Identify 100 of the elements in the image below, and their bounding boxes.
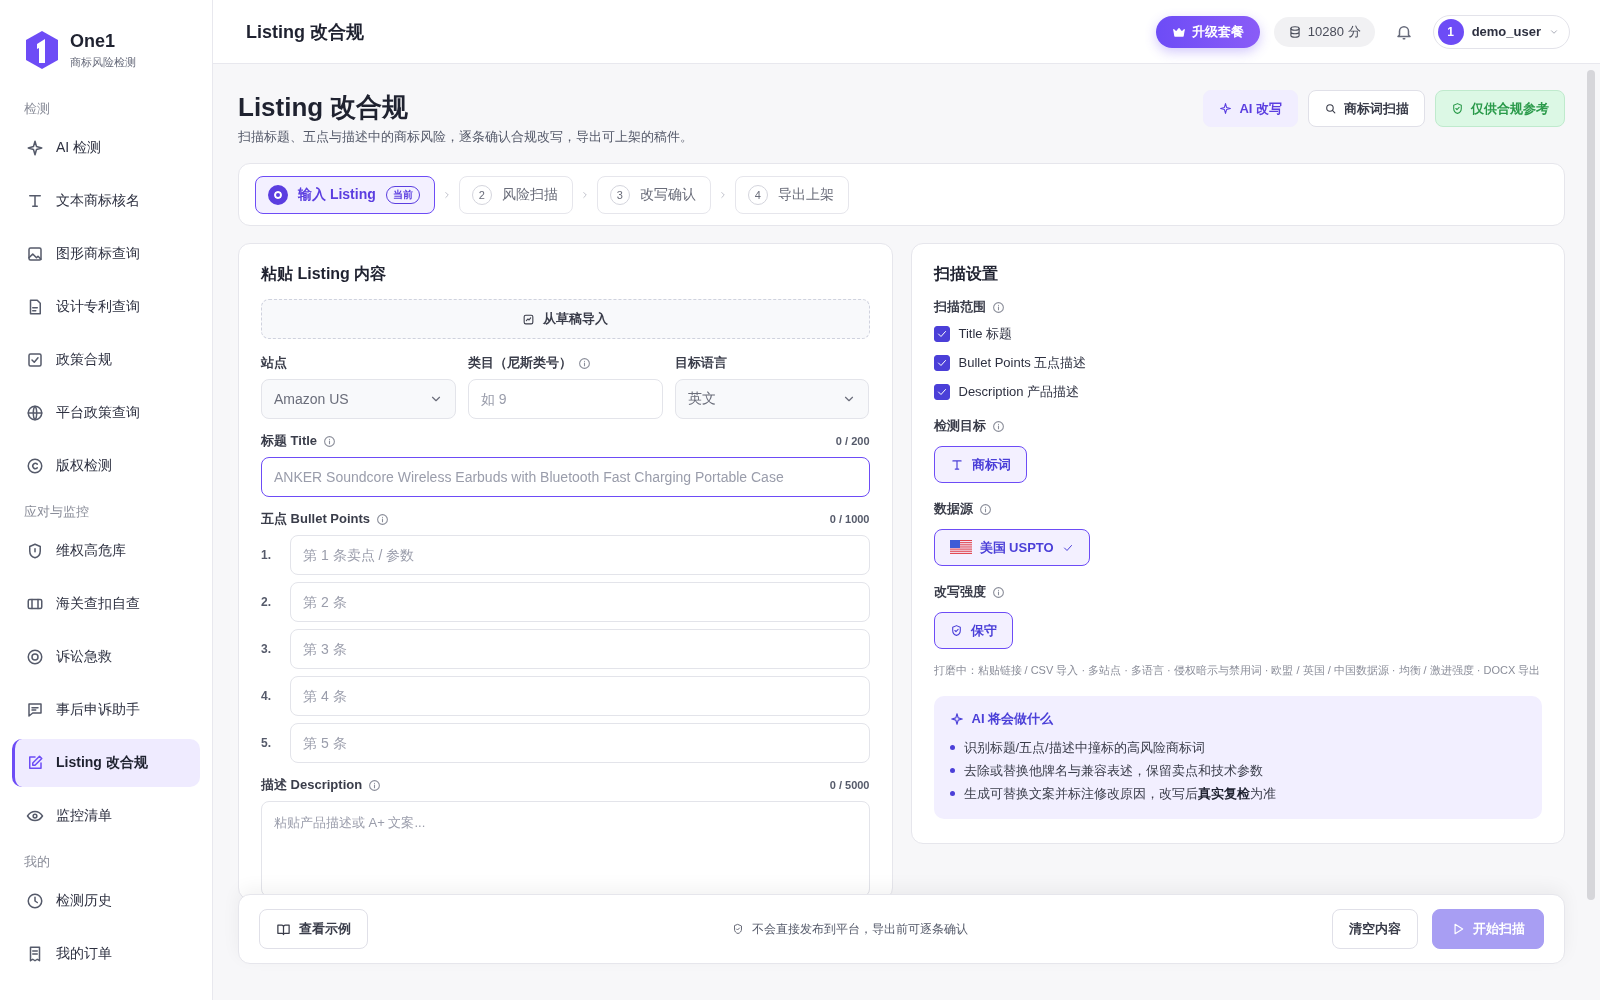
select-field[interactable]: 英文 bbox=[674, 379, 870, 419]
step-tab[interactable]: 4 导出上架 bbox=[734, 175, 849, 214]
info-icon bbox=[376, 512, 390, 526]
bullet-input[interactable]: 第 5 条 bbox=[290, 723, 870, 763]
card-title: 扫描设置 bbox=[933, 264, 999, 284]
title-input[interactable]: ANKER Soundcore Wireless Earbuds with Bluetooth Fast Charging Portable Case bbox=[261, 457, 870, 497]
info-icon bbox=[991, 585, 1005, 599]
sidebar-item[interactable]: AI 检测 bbox=[12, 124, 200, 172]
upgrade-button[interactable]: 升级套餐 bbox=[1155, 15, 1260, 48]
option-chip[interactable]: 商标词 bbox=[933, 446, 1027, 483]
clock-icon bbox=[26, 892, 44, 910]
book-icon bbox=[276, 921, 291, 937]
sidebar-item[interactable]: 诉讼急救 bbox=[12, 633, 200, 681]
step-tab[interactable]: 输入 Listing 当前 bbox=[255, 175, 435, 214]
bullet-number: 5. bbox=[261, 736, 272, 750]
sparkle-icon bbox=[26, 139, 44, 157]
input-field[interactable]: 如 9 bbox=[467, 379, 663, 419]
page-subtitle: 扫描标题、五点与描述中的商标风险，逐条确认合规改写，导出可上架的稿件。 bbox=[238, 128, 693, 146]
page-header-title: Listing 改合规 bbox=[246, 20, 364, 44]
description-textarea[interactable]: 粘贴产品描述或 A+ 文案... bbox=[261, 801, 870, 897]
bullet-number: 4. bbox=[261, 689, 272, 703]
sidebar-item[interactable]: 版权检测 bbox=[12, 442, 200, 490]
trademark-scan-button[interactable]: 商标词扫描 bbox=[1308, 90, 1425, 127]
shield-icon bbox=[26, 542, 44, 560]
character-counter: 0 / 1000 bbox=[829, 513, 870, 525]
character-counter: 0 / 200 bbox=[835, 435, 870, 447]
sidebar-item[interactable]: 检测历史 bbox=[12, 877, 200, 925]
sidebar-item[interactable]: Listing 改合规 bbox=[12, 739, 200, 787]
sidebar-item[interactable]: 事后申诉助手 bbox=[12, 686, 200, 734]
checkbox-label: Title 标题 bbox=[958, 324, 1013, 343]
field-label: 标题 Title bbox=[261, 432, 318, 450]
field-label: 类目（尼斯类号） bbox=[467, 354, 572, 372]
checkbox[interactable] bbox=[933, 325, 950, 342]
info-icon bbox=[368, 778, 382, 792]
sidebar-item[interactable]: 政策合规 bbox=[12, 336, 200, 384]
shield-icon bbox=[949, 624, 963, 637]
sparkle-icon bbox=[949, 712, 964, 726]
sidebar-item[interactable]: 文本商标核名 bbox=[12, 177, 200, 225]
compliance-notice-badge: 仅供合规参考 bbox=[1435, 90, 1565, 127]
field-label: 描述 Description bbox=[261, 776, 363, 794]
step-label: 改写确认 bbox=[639, 185, 696, 204]
field-label: 改写强度 bbox=[933, 583, 986, 601]
nav-section-title: 应对与监控 bbox=[23, 503, 90, 521]
bullet-input[interactable]: 第 3 条 bbox=[290, 629, 870, 669]
sidebar-item[interactable]: 图形商标查询 bbox=[12, 230, 200, 278]
flag-icon bbox=[949, 540, 972, 555]
brand-tagline: 商标风险检测 bbox=[70, 54, 136, 70]
info-icon bbox=[991, 419, 1005, 433]
option-chip[interactable]: 保守 bbox=[933, 612, 1013, 649]
ai-feature-text: 识别标题/五点/描述中撞标的高风险商标词 bbox=[963, 738, 1205, 757]
info-icon bbox=[323, 434, 337, 448]
field-label: 站点 bbox=[261, 354, 287, 372]
card-title: 粘贴 Listing 内容 bbox=[261, 264, 388, 284]
bullet-input[interactable]: 第 2 条 bbox=[290, 582, 870, 622]
sidebar-item[interactable]: 海关查扣自查 bbox=[12, 580, 200, 628]
ai-feature-text: 去除或替换他牌名与兼容表述，保留卖点和技术参数 bbox=[963, 761, 1263, 780]
ai-rewrite-button[interactable]: AI 改写 bbox=[1203, 90, 1298, 127]
checkbox-label: Description 产品描述 bbox=[958, 382, 1080, 401]
globe-icon bbox=[26, 404, 44, 422]
text-icon bbox=[26, 192, 44, 210]
copyright-icon bbox=[26, 457, 44, 475]
step-tab[interactable]: 2 风险扫描 bbox=[458, 175, 573, 214]
sidebar-item[interactable]: 监控清单 bbox=[12, 792, 200, 840]
page-title: Listing 改合规 bbox=[238, 91, 410, 124]
user-avatar: 1 bbox=[1437, 18, 1464, 45]
ai-feature-text: 生成可替换文案并标注修改原因，改写后真实复检为准 bbox=[963, 784, 1276, 803]
checkbox[interactable] bbox=[933, 354, 950, 371]
chat-icon bbox=[26, 701, 44, 719]
import-draft-button[interactable]: 从草稿导入 bbox=[261, 299, 870, 339]
user-name: demo_user bbox=[1471, 24, 1541, 39]
sidebar-item[interactable]: 我的订单 bbox=[12, 930, 200, 978]
bullet-input[interactable]: 第 4 条 bbox=[290, 676, 870, 716]
brand-name: One1 bbox=[70, 30, 117, 52]
info-icon bbox=[991, 300, 1005, 314]
footer-note: 不会直接发布到平台，导出前可逐条确认 bbox=[752, 920, 968, 938]
text-icon bbox=[949, 457, 964, 472]
option-chip[interactable]: 美国 USPTO bbox=[933, 529, 1090, 566]
bullet-number: 2. bbox=[261, 595, 272, 609]
select-field[interactable]: Amazon US bbox=[261, 379, 456, 419]
bullet-input[interactable]: 第 1 条卖点 / 参数 bbox=[290, 535, 870, 575]
step-label: 风险扫描 bbox=[501, 185, 558, 204]
checkbox[interactable] bbox=[933, 383, 950, 400]
nav-section-title: 我的 bbox=[23, 853, 51, 871]
step-tab[interactable]: 3 改写确认 bbox=[596, 175, 711, 214]
points-badge: 10280 分 bbox=[1273, 16, 1375, 47]
bullet-dot bbox=[949, 745, 955, 750]
sidebar-item[interactable]: 设计专利查询 bbox=[12, 283, 200, 331]
sidebar-item[interactable]: 维权高危库 bbox=[12, 527, 200, 575]
bullet-number: 1. bbox=[261, 548, 272, 562]
view-example-button[interactable]: 查看示例 bbox=[259, 909, 368, 949]
logo-icon bbox=[24, 30, 60, 70]
field-label: 检测目标 bbox=[933, 417, 986, 435]
sparkle-icon bbox=[1219, 102, 1233, 115]
clear-content-button[interactable]: 清空内容 bbox=[1332, 909, 1418, 949]
sidebar-item[interactable]: 平台政策查询 bbox=[12, 389, 200, 437]
field-label: 数据源 bbox=[933, 500, 973, 518]
field-label: 扫描范围 bbox=[933, 298, 986, 316]
step-label: 输入 Listing bbox=[298, 185, 376, 204]
ai-panel-title: AI 将会做什么 bbox=[971, 710, 1054, 728]
shield-check-icon bbox=[732, 923, 744, 935]
